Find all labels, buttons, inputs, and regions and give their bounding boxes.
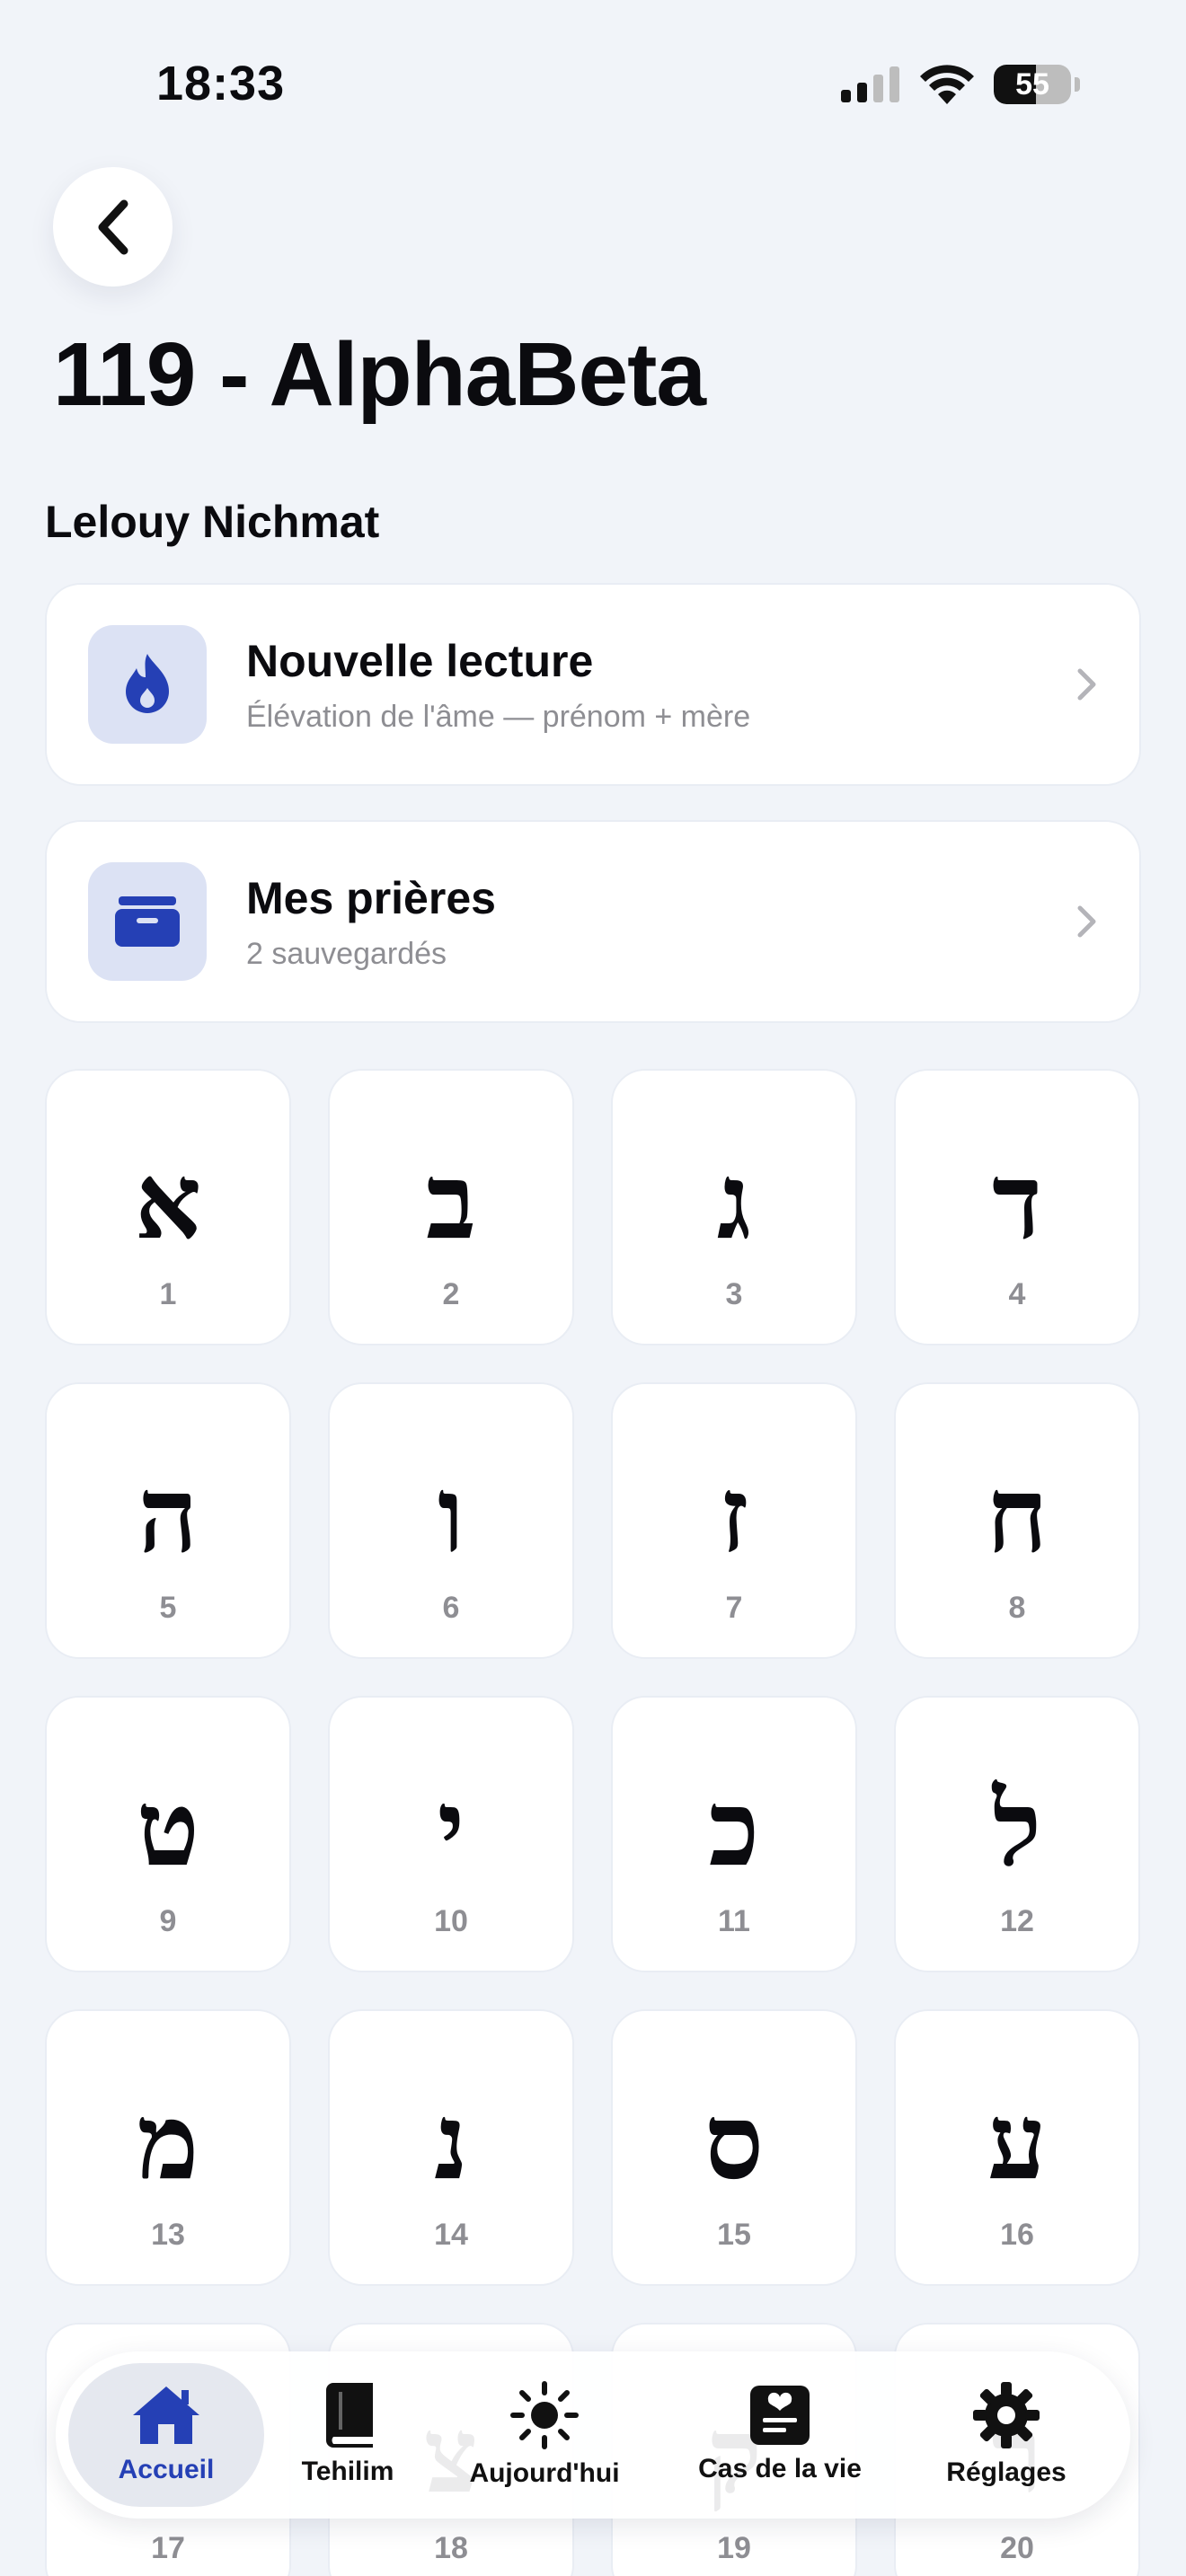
tab-tehilim[interactable]: Tehilim [264,2363,431,2507]
icon-box [88,862,207,981]
letter-tile[interactable]: כ 11 [611,1696,857,1972]
heart-note-icon [750,2386,810,2445]
tab-settings[interactable]: Réglages [902,2363,1111,2507]
letter-grid: א1ב2ג3ד4ה5ו6ז7ח8ט9י10כ11ל12מ13נ14ס15ע16פ… [45,1069,1141,2576]
letter-number: 18 [434,2531,468,2565]
letter-tile[interactable]: ע 16 [894,2009,1140,2286]
hebrew-letter: ס [704,2081,764,2203]
hebrew-letter: ב [426,1141,476,1263]
hebrew-letter: ח [986,1454,1049,1576]
status-time: 18:33 [156,57,286,110]
card-subtitle: Élévation de l'âme — prénom + mère [246,699,751,734]
new-reading-card[interactable]: Nouvelle lecture Élévation de l'âme — pr… [45,583,1141,786]
letter-tile[interactable]: ב2 [328,1069,574,1345]
tab-label: Aujourd'hui [469,2458,620,2488]
letter-tile[interactable]: ט9 [45,1696,291,1972]
gear-icon [973,2382,1040,2448]
letter-number: 15 [717,2218,751,2252]
hebrew-letter: ע [987,2081,1047,2203]
letter-tile[interactable]: א1 [45,1069,291,1345]
tab-label: Cas de la vie [698,2454,862,2483]
letter-number: 10 [434,1904,468,1938]
status-icons: 55 [841,65,1080,104]
signal-icon [841,66,899,102]
wifi-icon [920,65,974,104]
letter-number: 16 [1000,2218,1034,2252]
flame-icon [126,654,169,713]
letter-number: 7 [725,1591,743,1625]
tab-home[interactable]: Accueil [68,2363,264,2507]
battery-icon: 55 [994,65,1071,104]
hebrew-letter: י [437,1768,465,1890]
letter-tile[interactable]: ה5 [45,1382,291,1659]
letter-number: 11 [718,1904,750,1938]
letter-number: 8 [1008,1591,1026,1625]
tab-label: Tehilim [301,2457,394,2486]
letter-number: 17 [151,2531,185,2565]
home-icon [133,2386,199,2444]
letter-number: 19 [717,2531,751,2565]
card-subtitle: 2 sauvegardés [246,936,447,971]
back-button[interactable] [53,167,173,287]
letter-tile[interactable]: מ 13 [45,2009,291,2286]
hebrew-letter: ו [438,1454,465,1576]
section-title: Lelouy Nichmat [45,497,380,547]
chevron-left-icon [98,199,128,254]
book-icon [326,2383,373,2448]
hebrew-letter: ד [992,1141,1042,1263]
letter-number: 2 [442,1277,460,1311]
tab-bar: Accueil Tehilim Aujourd'hui Cas de la vi… [56,2351,1130,2519]
hebrew-letter: ז [719,1454,749,1576]
my-prayers-card[interactable]: Mes prières 2 sauvegardés [45,820,1141,1023]
letter-tile[interactable]: נ 14 [328,2009,574,2286]
letter-number: 14 [434,2218,468,2252]
hebrew-letter: ט [136,1768,200,1890]
letter-tile[interactable]: ח8 [894,1382,1140,1659]
hebrew-letter: ה [137,1454,199,1576]
tab-label: Réglages [946,2457,1067,2487]
letter-number: 5 [159,1591,177,1625]
chevron-right-icon [1077,668,1096,701]
letter-number: 4 [1008,1277,1026,1311]
screen: 18:33 55 119 - AlphaBeta Lelouy Nichmat [0,0,1186,2576]
letter-tile[interactable]: ד4 [894,1069,1140,1345]
hebrew-letter: ג [716,1141,752,1263]
icon-box [88,625,207,744]
letter-number: 1 [159,1277,177,1311]
letter-number: 9 [159,1904,177,1938]
letter-number: 6 [442,1591,460,1625]
chevron-right-icon [1077,905,1096,938]
battery-cap [1075,77,1080,92]
inbox-tray-icon [115,896,180,947]
hebrew-letter: כ [708,1768,760,1890]
tab-today[interactable]: Aujourd'hui [431,2363,658,2507]
letter-number: 13 [151,2218,185,2252]
hebrew-letter: מ [137,2081,199,2203]
letter-number: 20 [1000,2531,1034,2565]
hebrew-letter: א [134,1141,202,1263]
card-title: Mes prières [246,872,496,923]
hebrew-letter: נ [434,2081,468,2203]
page-title: 119 - AlphaBeta [53,324,706,425]
letter-tile[interactable]: ג3 [611,1069,857,1345]
battery-level: 55 [1015,66,1049,101]
hebrew-letter: ל [992,1768,1042,1890]
letter-tile[interactable]: י 10 [328,1696,574,1972]
sun-icon [510,2381,579,2449]
tab-life-cases[interactable]: Cas de la vie [658,2363,902,2507]
letter-number: 12 [1000,1904,1034,1938]
letter-number: 3 [725,1277,743,1311]
letter-tile[interactable]: ו6 [328,1382,574,1659]
letter-tile[interactable]: ז7 [611,1382,857,1659]
letter-tile[interactable]: ל 12 [894,1696,1140,1972]
card-title: Nouvelle lecture [246,635,594,686]
tab-label: Accueil [118,2455,215,2484]
letter-tile[interactable]: ס 15 [611,2009,857,2286]
